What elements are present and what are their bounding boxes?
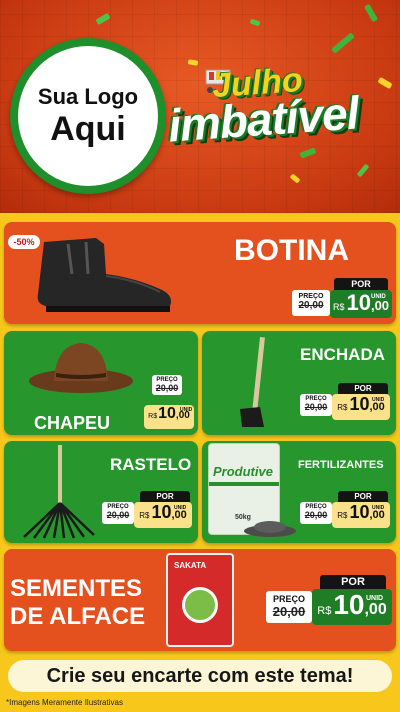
confetti (249, 18, 261, 27)
campaign-title-imbativel: imbatível (166, 86, 361, 152)
product-name: RASTELO (110, 455, 192, 474)
old-price: 20,00 (106, 510, 130, 520)
bag-brand: Produtive (213, 464, 273, 479)
confetti (363, 3, 379, 23)
unit-label: UNID (372, 505, 385, 511)
discount-badge: -50% (8, 235, 40, 249)
bag-stripe (209, 482, 279, 486)
por-label: POR (140, 491, 190, 502)
cta-text: Crie seu encarte com este tema! (46, 664, 354, 687)
por-label: POR (320, 575, 386, 589)
confetti (187, 59, 199, 66)
old-price-box: PREÇO 20,00 (266, 591, 312, 623)
new-price-integer: 10 (158, 405, 176, 422)
disclaimer: *Imagens Meramente Ilustrativas (6, 698, 123, 707)
unit-label: UNID (180, 407, 193, 413)
product-card-rastelo: RASTELO POR PREÇO 20,00 R$ 10 ,00 UNID (4, 441, 198, 543)
product-name: FERTILIZANTES (298, 459, 384, 471)
old-price-box: PREÇO 20,00 (102, 502, 134, 524)
lettuce-icon (182, 587, 218, 623)
unit-label: UNID (372, 397, 385, 403)
new-price-integer: 10 (151, 502, 172, 522)
logo-circle: Sua Logo Aqui (18, 46, 158, 186)
old-price: 20,00 (304, 510, 328, 520)
logo-placeholder: Sua Logo Aqui (10, 38, 166, 194)
new-price-integer: 10 (346, 290, 371, 315)
logo-text-line1: Sua Logo (37, 84, 139, 109)
old-price-box: PREÇO 20,00 (292, 290, 330, 316)
product-card-fertilizantes: Produtive 50kg FERTILIZANTES POR PREÇO 2… (202, 441, 396, 543)
preco-label: PREÇO (298, 293, 324, 300)
new-price-integer: 10 (349, 394, 370, 414)
product-card-botina: BOTINA POR PREÇO 20,00 R$ 10 ,00 UNID (4, 222, 396, 324)
new-price-decimal: ,00 (364, 601, 387, 618)
product-name-line1: SEMENTES (10, 575, 143, 602)
hoe-image (240, 336, 265, 427)
old-price: 20,00 (298, 300, 324, 311)
product-name: ENCHADA (300, 345, 385, 364)
fertilizer-granules-image (244, 521, 296, 537)
old-price-box: PREÇO 20,00 (152, 375, 182, 395)
product-card-sementes: SEMENTES DE ALFACE SAKATA POR PREÇO 20,0… (4, 549, 396, 651)
product-card-chapeu: CHAPEU PREÇO 20,00 R$ 10 ,00 UNID (4, 331, 198, 435)
confetti (289, 173, 301, 184)
unit-label: UNID (174, 505, 187, 511)
por-label: POR (338, 383, 388, 394)
product-card-enchada: ENCHADA POR PREÇO 20,00 R$ 10 ,00 UNID (202, 331, 396, 435)
new-price-integer: 10 (349, 502, 370, 522)
preco-label: PREÇO (107, 504, 129, 510)
preco-label: PREÇO (305, 504, 327, 510)
confetti (356, 163, 370, 178)
confetti (377, 76, 393, 90)
product-name: BOTINA (234, 234, 349, 267)
boot-image (37, 238, 171, 312)
rake-image (23, 445, 95, 539)
packet-brand: SAKATA (174, 561, 207, 570)
confetti (299, 147, 317, 159)
currency: R$ (139, 511, 150, 520)
currency: R$ (148, 413, 158, 420)
preco-label: PREÇO (156, 377, 178, 383)
confetti (95, 12, 111, 26)
currency: R$ (332, 302, 345, 312)
old-price: 20,00 (304, 402, 328, 412)
preco-label: PREÇO (272, 594, 305, 604)
confetti (331, 32, 355, 54)
product-name: CHAPEU (34, 413, 111, 433)
old-price: 20,00 (272, 604, 306, 619)
preco-label: PREÇO (305, 396, 327, 402)
hat-image (29, 343, 133, 393)
currency: R$ (337, 403, 348, 412)
por-label: POR (338, 491, 388, 502)
seed-packet-image: SAKATA (166, 553, 234, 647)
new-price-decimal: ,00 (370, 298, 390, 313)
unit-label: UNID (366, 595, 384, 602)
currency: R$ (337, 511, 348, 520)
header-banner: Sua Logo Aqui Julho imbatível (0, 0, 400, 213)
logo-text-line2: Aqui (50, 110, 126, 148)
new-price-integer: 10 (333, 589, 365, 620)
currency: R$ (317, 605, 332, 617)
por-label: POR (334, 278, 388, 290)
unit-label: UNID (371, 294, 386, 300)
old-price-box: PREÇO 20,00 (300, 502, 332, 524)
old-price-box: PREÇO 20,00 (300, 394, 332, 416)
product-name-line2: DE ALFACE (10, 603, 146, 630)
old-price: 20,00 (155, 383, 179, 393)
cta-banner[interactable]: Crie seu encarte com este tema! (8, 660, 392, 692)
